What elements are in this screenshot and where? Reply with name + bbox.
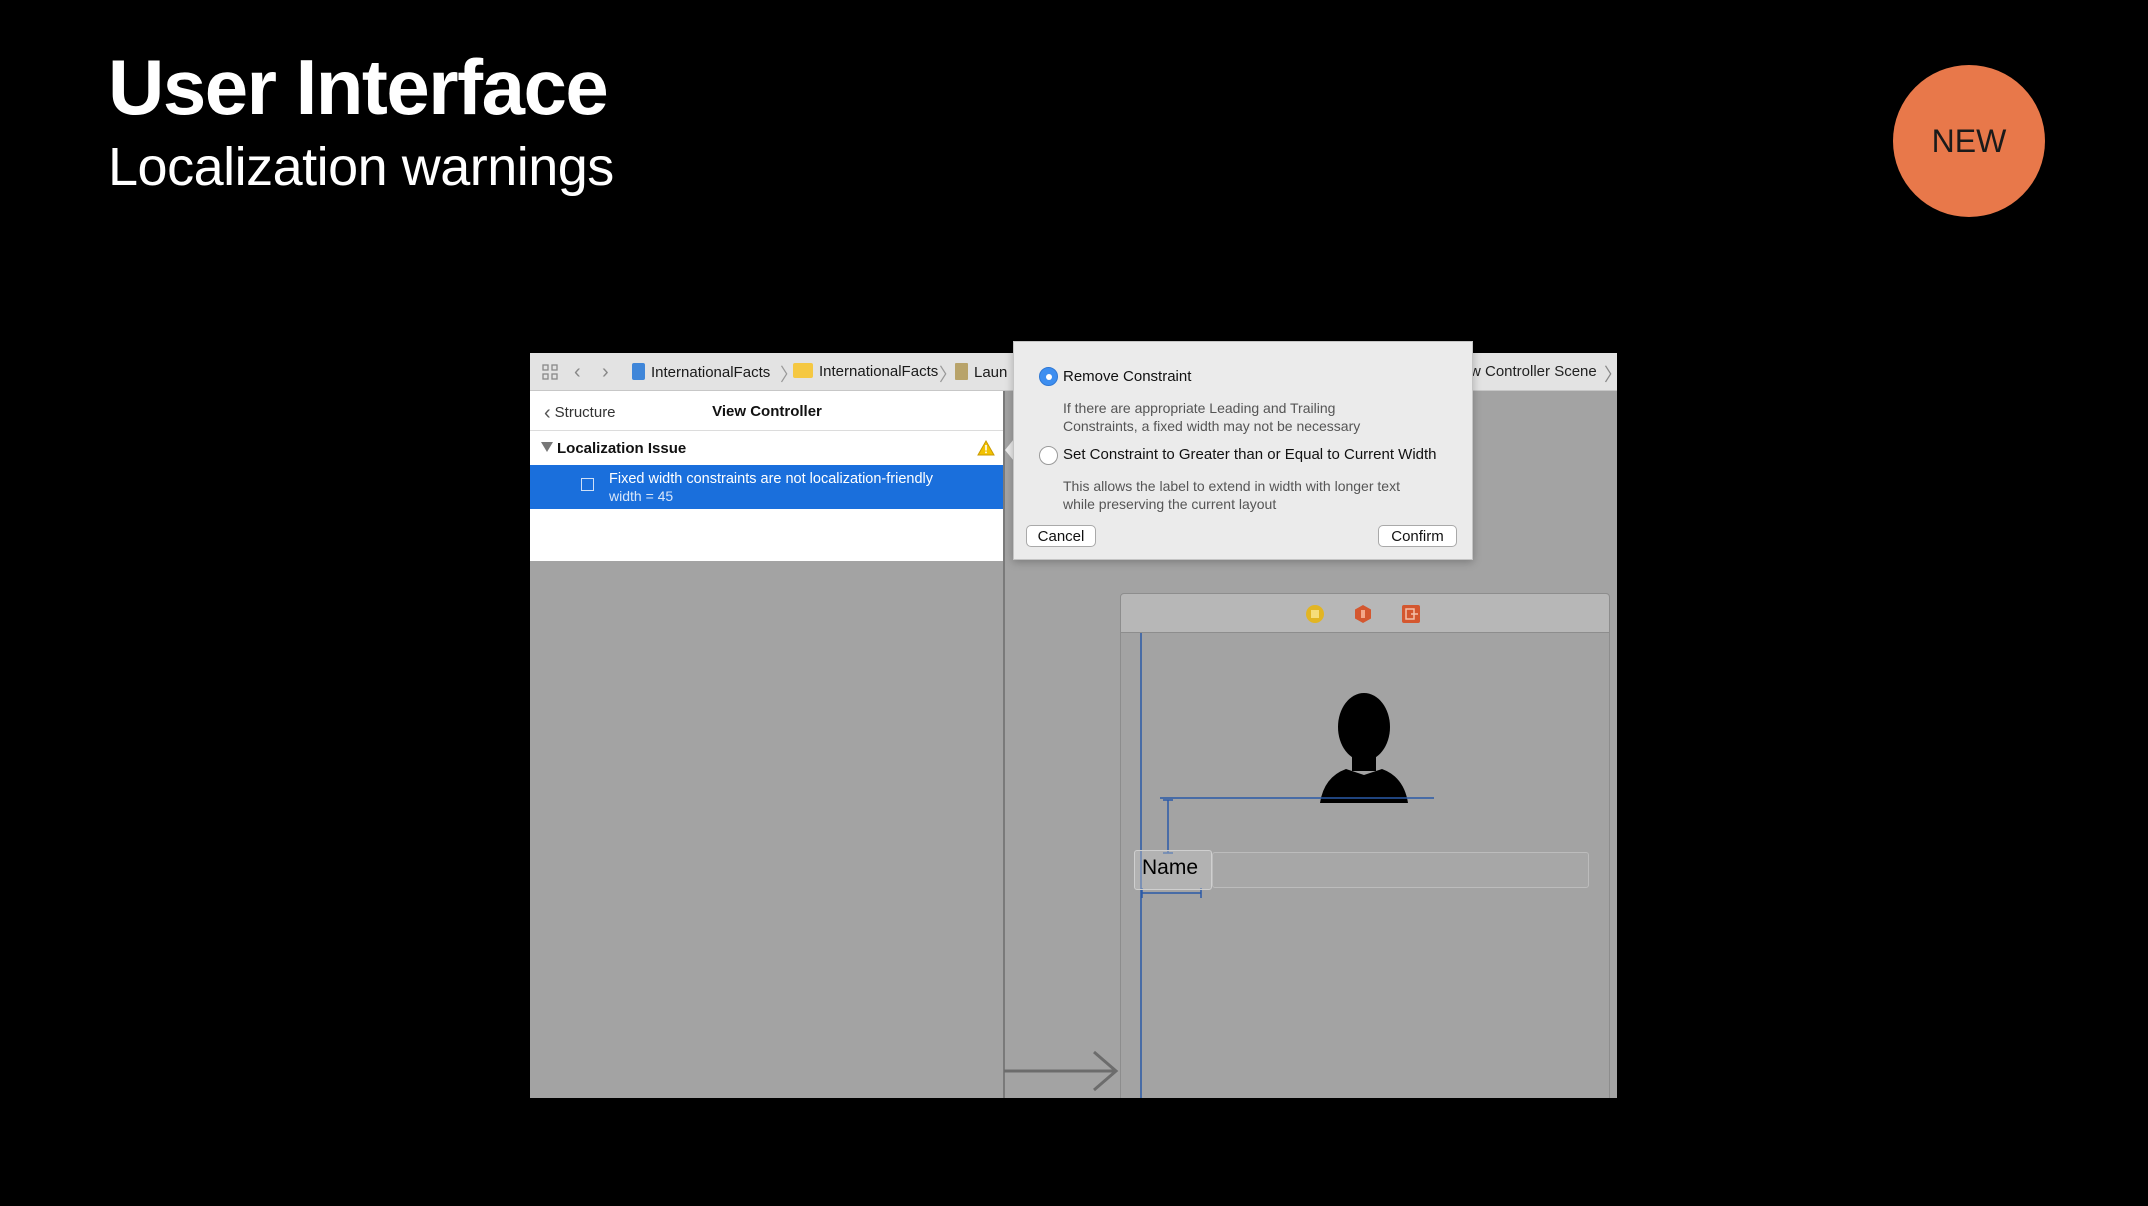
remove-constraint-radio[interactable] — [1039, 367, 1058, 386]
greater-equal-description-line2: while preserving the current layout — [1063, 496, 1277, 512]
new-badge: NEW — [1893, 65, 2045, 217]
greater-equal-label[interactable]: Set Constraint to Greater than or Equal … — [1063, 446, 1437, 463]
greater-equal-description-line1: This allows the label to extend in width… — [1063, 478, 1400, 494]
greater-equal-radio[interactable] — [1039, 446, 1058, 465]
slide-title: User Interface — [108, 43, 609, 131]
remove-constraint-description-line1: If there are appropriate Leading and Tra… — [1063, 400, 1336, 416]
name-label[interactable]: Name — [1142, 856, 1198, 880]
remove-constraint-label[interactable]: Remove Constraint — [1063, 368, 1191, 385]
cancel-button[interactable]: Cancel — [1026, 525, 1096, 547]
slide-subtitle: Localization warnings — [108, 137, 614, 197]
confirm-button[interactable]: Confirm — [1378, 525, 1457, 547]
remove-constraint-description-line2: Constraints, a fixed width may not be ne… — [1063, 418, 1361, 434]
name-text-field[interactable] — [1212, 852, 1589, 888]
fix-constraint-popover: Remove Constraint If there are appropria… — [1013, 341, 1473, 560]
